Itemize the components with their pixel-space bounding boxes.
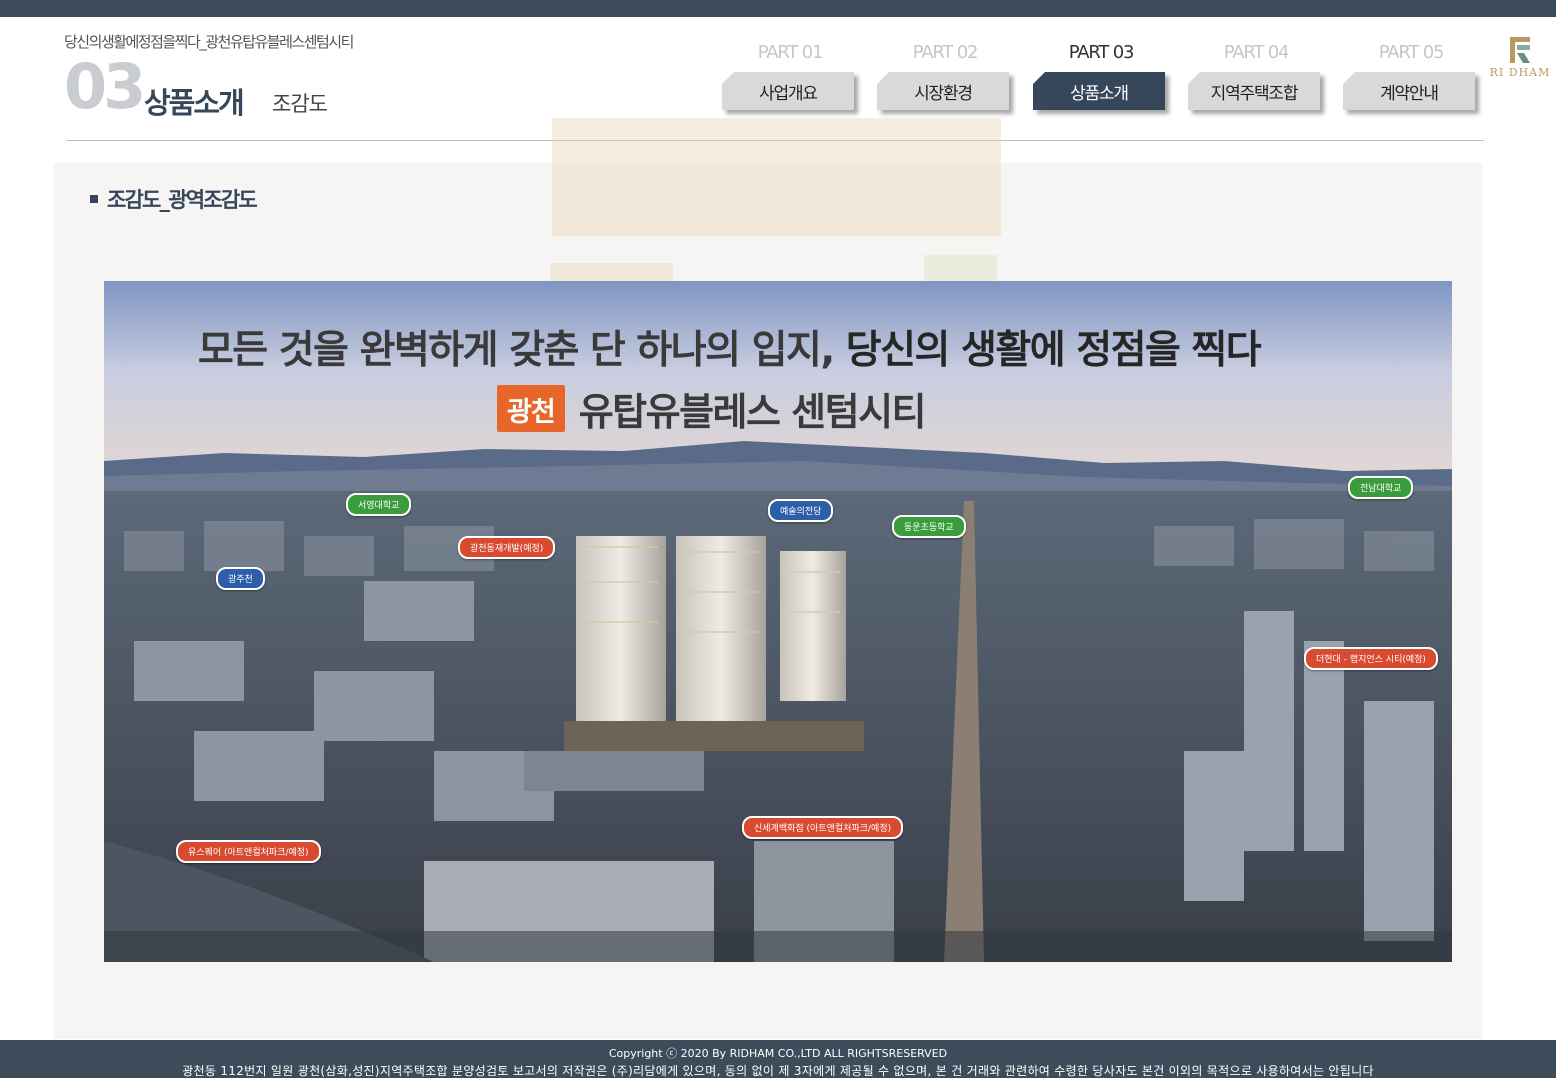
label-dongun-elementary: 동운초등학교 <box>892 515 966 538</box>
page-tagline: 당신의생활에정점을찍다_광천유탑유블레스센텀시티 <box>64 33 354 51</box>
nav-part-04: PART 04 지역주택조합 <box>1188 40 1324 114</box>
nav-part-01: PART 01 사업개요 <box>722 40 858 114</box>
tab-business-overview[interactable]: 사업개요 <box>722 72 854 110</box>
aerial-view-image: 모든 것을 완벽하게 갖춘 단 하나의 입지, 당신의 생활에 정점을 찍다 광… <box>104 281 1452 962</box>
tab-product-intro[interactable]: 상품소개 <box>1033 72 1165 110</box>
copyright-text: Copyright ⓒ 2020 By RIDHAM CO.,LTD ALL R… <box>608 1047 948 1060</box>
label-gwangjucheon: 광주천 <box>216 567 265 590</box>
tab-contract-guide[interactable]: 계약안내 <box>1343 72 1475 110</box>
watermark-block <box>550 263 673 283</box>
image-project-title: 광천 유탑유블레스 센텀시티 <box>497 381 927 436</box>
part-label: PART 03 <box>1068 42 1135 63</box>
nav-part-05: PART 05 계약안내 <box>1343 40 1479 114</box>
label-chonnam-univ: 전남대학교 <box>1348 476 1414 499</box>
content-heading: 조감도_광역조감도 <box>90 184 258 214</box>
watermark-block <box>924 255 997 283</box>
section-number: 03 <box>64 50 146 123</box>
part-label: PART 04 <box>1223 42 1290 63</box>
location-badge: 광천 <box>497 385 565 432</box>
label-seomyeong-univ: 서영대학교 <box>346 493 412 516</box>
part-label: PART 01 <box>757 42 824 63</box>
watermark-block <box>552 118 1001 236</box>
part-label: PART 02 <box>912 42 979 63</box>
label-shinsegae: 신세계백화점 (아트앤컬처파크/예정) <box>742 816 904 839</box>
nav-part-03: PART 03 상품소개 <box>1033 40 1169 114</box>
project-name: 유탑유블레스 센텀시티 <box>578 390 927 434</box>
ridham-logo-icon <box>1510 37 1530 63</box>
ridham-logo: RI DHAM <box>1487 36 1553 79</box>
top-bar <box>0 0 1556 17</box>
part-navigation: PART 01 사업개요 PART 02 시장환경 PART 03 상품소개 P… <box>722 40 1482 114</box>
label-gwangcheon-redevelopment: 광천동재개발(예정) <box>458 536 556 559</box>
image-headline: 모든 것을 완벽하게 갖춘 단 하나의 입지, 당신의 생활에 정점을 찍다 <box>104 319 1354 375</box>
section-subtitle: 조감도 <box>272 92 328 116</box>
part-label: PART 05 <box>1378 42 1445 63</box>
content-heading-text: 조감도_광역조감도 <box>107 188 258 212</box>
label-arts-center: 예술의전당 <box>768 499 834 522</box>
headline-part1: 모든 것을 완벽하게 갖춘 단 하나의 입지, <box>197 328 835 373</box>
bullet-icon <box>90 195 98 203</box>
headline-part2: 당신의 생활에 정점을 찍다 <box>845 328 1262 373</box>
label-usquare: 유스퀘어 (아트앤컬처파크/예정) <box>176 840 321 863</box>
section-title: 상품소개 <box>144 86 245 120</box>
copyright-notice: 광천동 112번지 일원 광천(삼화,성진)지역주택조합 분양성검토 보고서의 … <box>182 1064 1374 1078</box>
label-lifestyle-city: 더현대 - 랩지언스 시티(예정) <box>1304 647 1438 670</box>
page-footer: Copyright ⓒ 2020 By RIDHAM CO.,LTD ALL R… <box>0 1040 1556 1078</box>
tab-housing-association[interactable]: 지역주택조합 <box>1188 72 1320 110</box>
logo-text: RI DHAM <box>1489 66 1551 79</box>
tab-market-environment[interactable]: 시장환경 <box>877 72 1009 110</box>
nav-part-02: PART 02 시장환경 <box>877 40 1013 114</box>
